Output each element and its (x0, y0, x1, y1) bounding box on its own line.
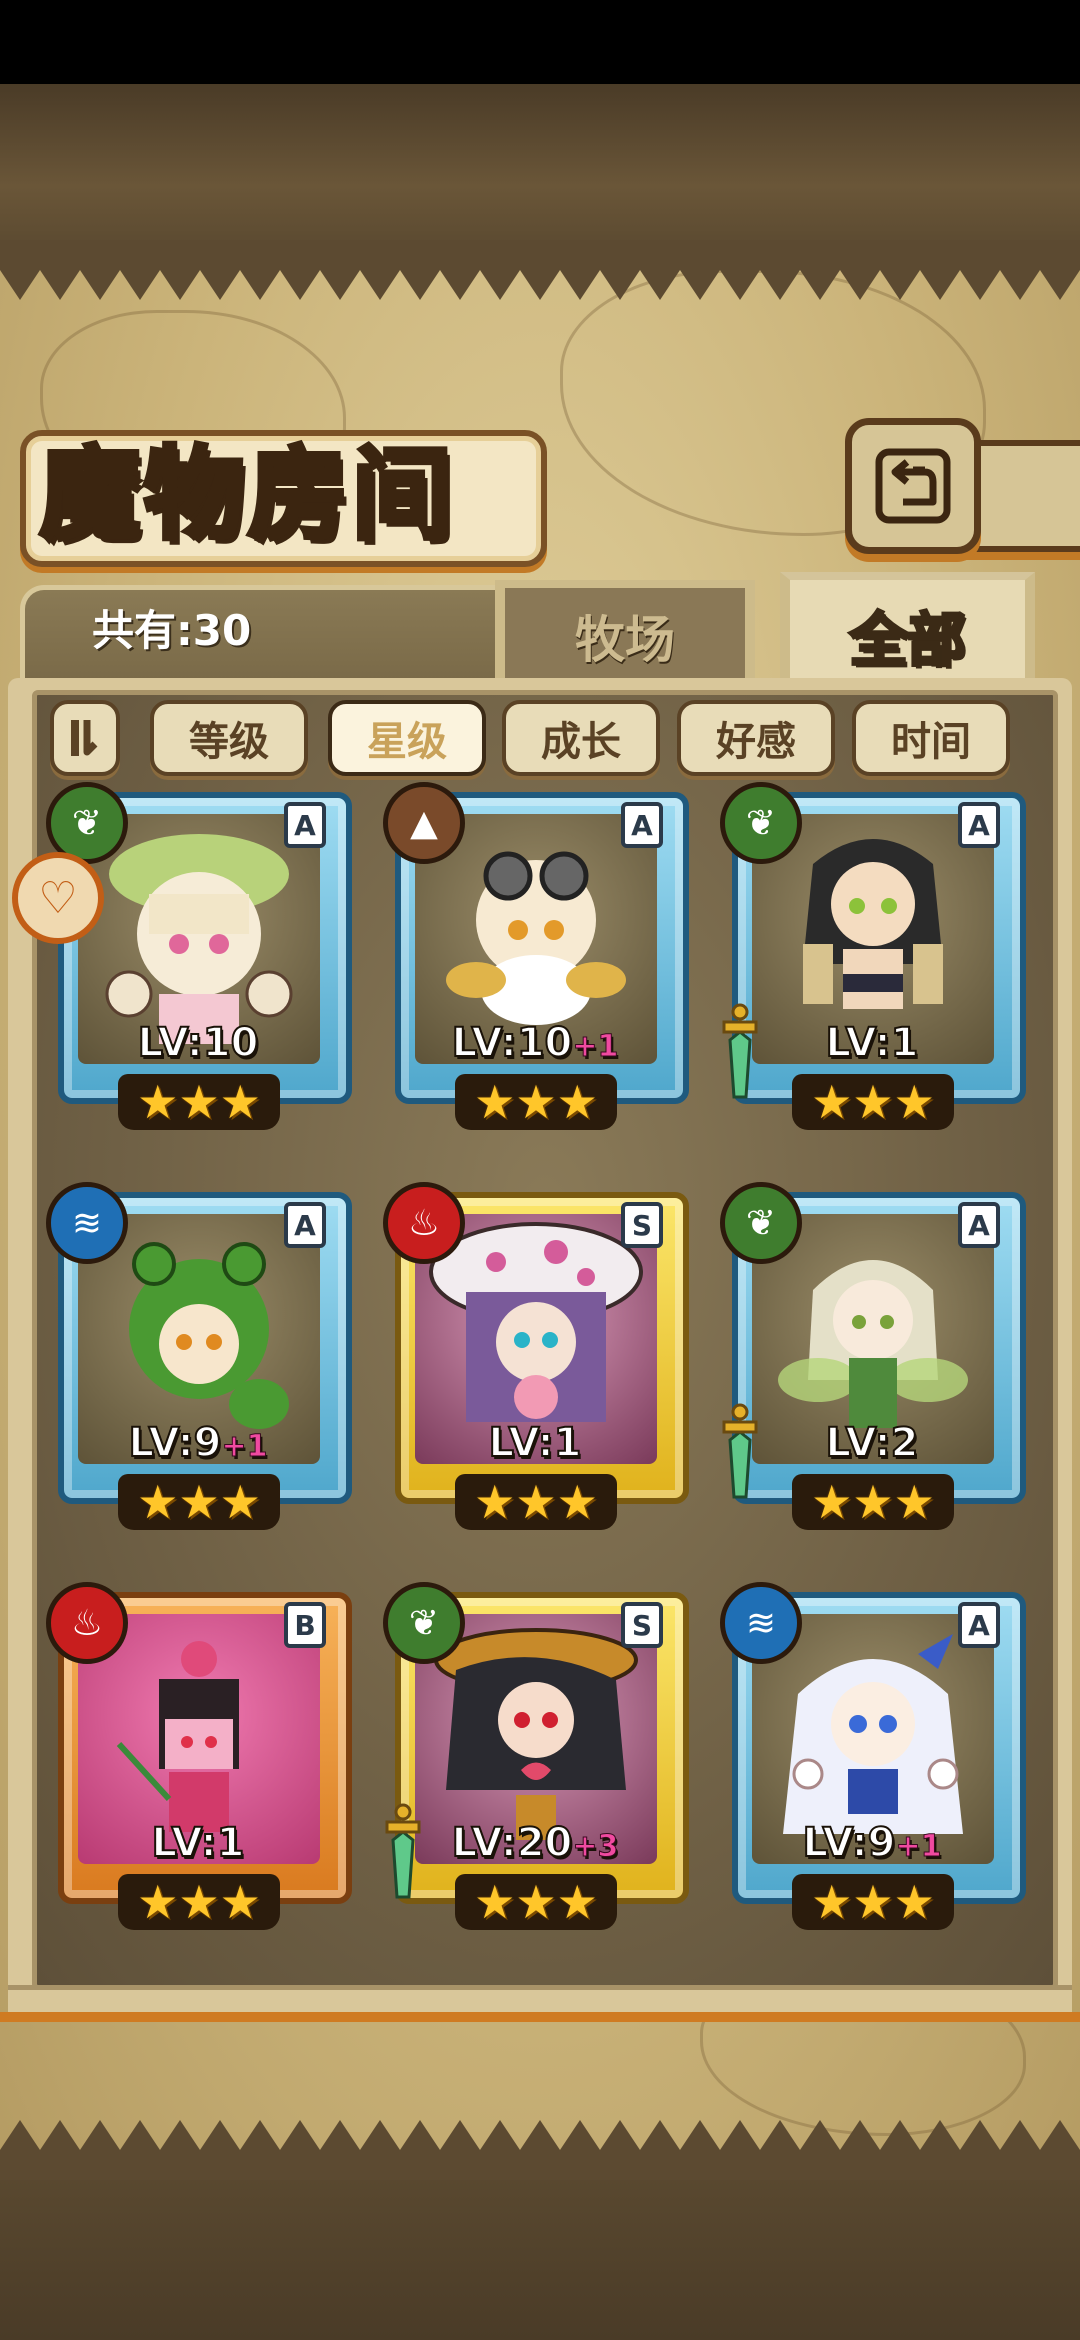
monster-image (129, 1242, 289, 1429)
sort-growth-button[interactable]: 成长 (502, 700, 660, 776)
star-rating: ★★★ (118, 1874, 280, 1930)
monster-card[interactable]: A ❦ LV:1 ★★★ (720, 782, 1026, 1130)
monster-image (778, 1260, 968, 1428)
star-rating: ★★★ (455, 1874, 617, 1930)
back-arrow-icon (875, 448, 951, 524)
tab-all[interactable]: 全部 (780, 572, 1035, 690)
monster-card[interactable]: S ❦ LV:20+3 ★★★ (383, 1582, 689, 1930)
monster-card[interactable]: A ▲ LV:10+1 ★★★ (383, 782, 689, 1130)
monster-image (434, 1628, 638, 1840)
panel-bottom-line (0, 2012, 1080, 2022)
sort-star-button[interactable]: 星级 (328, 700, 486, 776)
rank-badge: A (958, 802, 1000, 848)
monster-image (803, 839, 943, 1009)
sort-affection-button[interactable]: 好感 (677, 700, 835, 776)
water-element-icon: ≋ (46, 1182, 128, 1264)
level-label: LV:2 (825, 1419, 920, 1467)
rank-badge: A (621, 802, 663, 848)
sort-time-button[interactable]: 时间 (852, 700, 1010, 776)
page-title: 魔物房间 (38, 433, 456, 556)
level-label: LV:9+1 (128, 1419, 268, 1467)
star-rating: ★★★ (792, 1874, 954, 1930)
sort-toggle-icon (71, 720, 98, 756)
star-rating: ★★★ (455, 1474, 617, 1530)
leaf-element-icon: ❦ (383, 1582, 465, 1664)
water-element-icon: ≋ (720, 1582, 802, 1664)
monster-card[interactable]: A ≋ LV:9+1 ★★★ (720, 1582, 1026, 1930)
level-label: LV:1 (151, 1819, 246, 1867)
level-label: LV:1 (488, 1419, 583, 1467)
rank-badge: B (284, 1602, 326, 1648)
fire-element-icon: ♨ (46, 1582, 128, 1664)
monster-image (116, 1641, 239, 1832)
zigzag-edge-bottom (0, 2120, 1080, 2180)
leaf-element-icon: ❦ (720, 1182, 802, 1264)
star-rating: ★★★ (118, 1474, 280, 1530)
monster-card[interactable]: A ❦ LV:2 ★★★ (720, 1182, 1026, 1530)
star-rating: ★★★ (792, 1474, 954, 1530)
monster-card[interactable]: A ≋ LV:9+1 ★★★ (46, 1182, 352, 1530)
monster-card[interactable]: A ❦ LV:10 ★★★ (46, 782, 352, 1130)
rank-badge: S (621, 1202, 663, 1248)
tab-ranch[interactable]: 牧场 (495, 580, 755, 683)
favorite-heart-icon[interactable]: ♡ (12, 852, 104, 944)
star-rating: ★★★ (792, 1074, 954, 1130)
level-label: LV:9+1 (802, 1819, 942, 1867)
back-button[interactable] (845, 418, 981, 554)
monster-image (105, 834, 293, 1044)
monster-image (446, 851, 626, 1025)
fire-element-icon: ♨ (383, 1182, 465, 1264)
earth-element-icon: ▲ (383, 782, 465, 864)
star-rating: ★★★ (118, 1074, 280, 1130)
rank-badge: A (958, 1202, 1000, 1248)
top-map-border (0, 84, 1080, 254)
level-label: LV:10+1 (451, 1019, 619, 1067)
zigzag-edge-top (0, 240, 1080, 300)
rank-badge: S (621, 1602, 663, 1648)
star-rating: ★★★ (455, 1074, 617, 1130)
rank-badge: A (284, 802, 326, 848)
sort-order-toggle[interactable] (50, 700, 120, 776)
level-label: LV:10 (137, 1019, 260, 1067)
monster-card[interactable]: S ♨ LV:1 ★★★ (383, 1182, 689, 1530)
rank-badge: A (284, 1202, 326, 1248)
game-screen: 魔物房间 共有:30 牧场 全部 等级 星级 成长 好感 时间 A ❦ LV:1… (0, 0, 1080, 2340)
level-label: LV:1 (825, 1019, 920, 1067)
monster-card[interactable]: B ♨ LV:1 ★★★ (46, 1582, 352, 1930)
status-bar (0, 0, 1080, 84)
monster-count: 共有:30 (92, 606, 252, 655)
monster-image (429, 1222, 643, 1422)
rank-badge: A (958, 1602, 1000, 1648)
sort-level-button[interactable]: 等级 (150, 700, 308, 776)
bottom-map-border (0, 2170, 1080, 2340)
monster-image (783, 1634, 963, 1834)
leaf-element-icon: ❦ (720, 782, 802, 864)
level-label: LV:20+3 (451, 1819, 619, 1867)
